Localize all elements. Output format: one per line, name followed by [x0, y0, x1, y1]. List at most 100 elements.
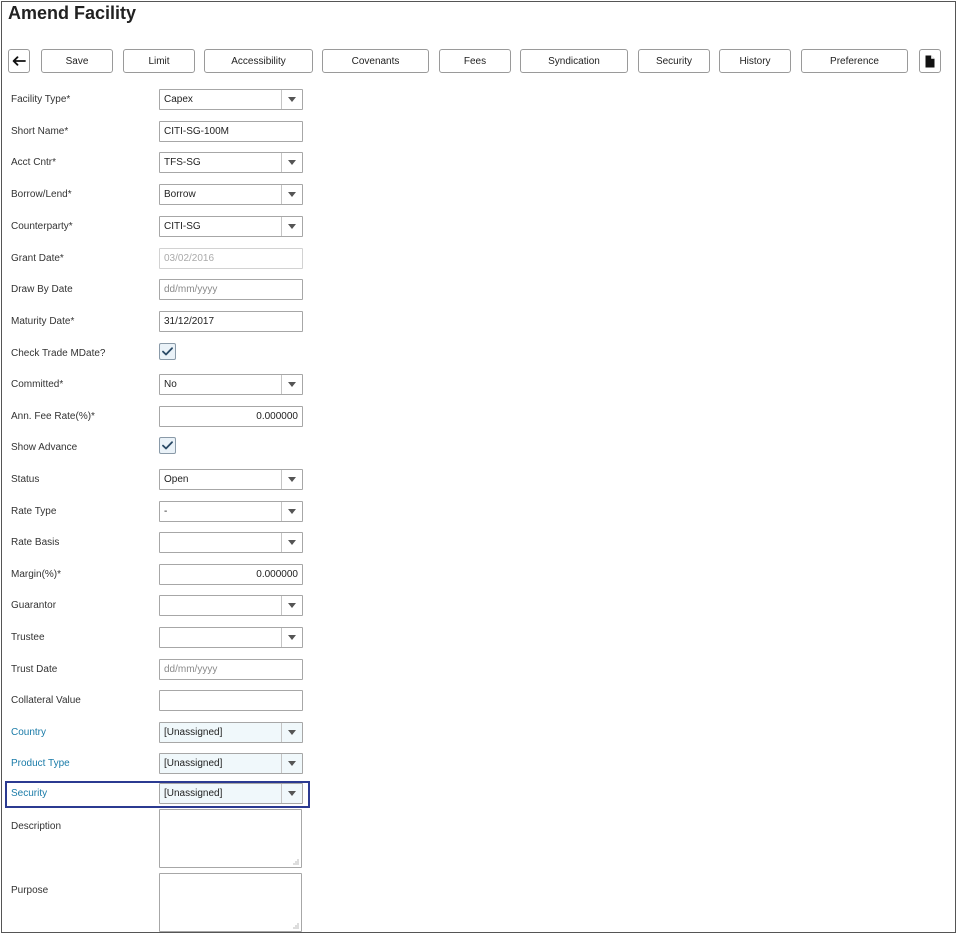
draw-by-date-row: Draw By Date — [2, 278, 322, 300]
security-row: Security [Unassigned] — [2, 782, 322, 804]
resize-grip-icon[interactable] — [292, 922, 299, 929]
security-label[interactable]: Security — [11, 782, 47, 804]
trustee-row: Trustee — [2, 626, 322, 648]
committed-row: Committed* No — [2, 373, 322, 395]
trust-date-input[interactable] — [159, 659, 303, 680]
check-trade-mdate-label: Check Trade MDate? — [11, 347, 106, 359]
ann-fee-rate-input[interactable] — [159, 406, 303, 427]
chevron-down-icon[interactable] — [281, 217, 302, 236]
description-textarea[interactable] — [159, 809, 302, 868]
grant-date-input — [159, 248, 303, 269]
save-button[interactable]: Save — [41, 49, 113, 73]
counterparty-select[interactable]: CITI-SG — [159, 216, 303, 237]
security-select[interactable]: [Unassigned] — [159, 783, 303, 804]
borrow-lend-row: Borrow/Lend* Borrow — [2, 183, 322, 205]
chevron-down-icon[interactable] — [281, 185, 302, 204]
ann-fee-rate-row: Ann. Fee Rate(%)* — [2, 405, 322, 427]
product-type-row: Product Type [Unassigned] — [2, 752, 322, 774]
facility-type-label: Facility Type* — [11, 93, 71, 105]
status-row: Status Open — [2, 468, 322, 490]
borrow-lend-value: Borrow — [164, 189, 196, 200]
chevron-down-icon[interactable] — [281, 90, 302, 109]
status-value: Open — [164, 474, 189, 485]
chevron-down-icon[interactable] — [281, 153, 302, 172]
rate-type-label: Rate Type — [11, 505, 57, 517]
margin-row: Margin(%)* — [2, 563, 322, 585]
margin-input[interactable] — [159, 564, 303, 585]
chevron-down-icon[interactable] — [281, 375, 302, 394]
guarantor-select[interactable] — [159, 595, 303, 616]
collateral-value-input[interactable] — [159, 690, 303, 711]
resize-grip-icon[interactable] — [292, 858, 299, 865]
chevron-down-icon[interactable] — [281, 723, 302, 742]
back-button[interactable] — [8, 49, 30, 73]
checkmark-icon — [162, 347, 173, 356]
chevron-down-icon[interactable] — [281, 533, 302, 552]
acct-cntr-value: TFS-SG — [164, 157, 201, 168]
trustee-select[interactable] — [159, 627, 303, 648]
check-trade-mdate-checkbox[interactable] — [159, 343, 176, 360]
product-type-label[interactable]: Product Type — [11, 752, 70, 774]
chevron-down-icon[interactable] — [281, 628, 302, 647]
accessibility-button[interactable]: Accessibility — [204, 49, 313, 73]
committed-value: No — [164, 379, 177, 390]
country-row: Country [Unassigned] — [2, 721, 322, 743]
security-button[interactable]: Security — [638, 49, 710, 73]
collateral-value-label: Collateral Value — [11, 694, 81, 706]
status-select[interactable]: Open — [159, 469, 303, 490]
show-advance-row: Show Advance — [2, 436, 322, 458]
grant-date-row: Grant Date* — [2, 247, 322, 269]
trust-date-label: Trust Date — [11, 663, 58, 675]
status-label: Status — [11, 473, 40, 485]
rate-type-select[interactable]: - — [159, 501, 303, 522]
chevron-down-icon[interactable] — [281, 596, 302, 615]
rate-basis-select[interactable] — [159, 532, 303, 553]
show-advance-checkbox[interactable] — [159, 437, 176, 454]
purpose-label: Purpose — [11, 884, 49, 896]
chevron-down-icon[interactable] — [281, 470, 302, 489]
draw-by-date-input[interactable] — [159, 279, 303, 300]
product-type-select[interactable]: [Unassigned] — [159, 753, 303, 774]
arrow-left-icon — [12, 56, 26, 66]
history-button[interactable]: History — [719, 49, 791, 73]
trust-date-row: Trust Date — [2, 658, 322, 680]
rate-type-value: - — [164, 506, 168, 517]
rate-basis-value — [160, 533, 281, 552]
chevron-down-icon[interactable] — [281, 784, 302, 803]
security-value: [Unassigned] — [164, 788, 223, 799]
acct-cntr-select[interactable]: TFS-SG — [159, 152, 303, 173]
guarantor-row: Guarantor — [2, 594, 322, 616]
collateral-value-row: Collateral Value — [2, 689, 322, 711]
document-icon — [925, 55, 935, 67]
facility-type-select[interactable]: Capex — [159, 89, 303, 110]
counterparty-row: Counterparty* CITI-SG — [2, 215, 322, 237]
checkmark-icon — [162, 441, 173, 450]
document-button[interactable] — [919, 49, 941, 73]
rate-basis-row: Rate Basis — [2, 531, 322, 553]
rate-type-row: Rate Type - — [2, 500, 322, 522]
trustee-value — [160, 628, 281, 647]
acct-cntr-row: Acct Cntr* TFS-SG — [2, 151, 322, 173]
covenants-button[interactable]: Covenants — [322, 49, 429, 73]
limit-button[interactable]: Limit — [123, 49, 195, 73]
preference-button[interactable]: Preference — [801, 49, 908, 73]
chevron-down-icon[interactable] — [281, 754, 302, 773]
fees-button[interactable]: Fees — [439, 49, 511, 73]
short-name-row: Short Name* — [2, 120, 322, 142]
borrow-lend-select[interactable]: Borrow — [159, 184, 303, 205]
purpose-textarea[interactable] — [159, 873, 302, 932]
show-advance-label: Show Advance — [11, 441, 78, 453]
maturity-date-input[interactable] — [159, 311, 303, 332]
facility-type-row: Facility Type* Capex — [2, 88, 322, 110]
amend-facility-window: Amend Facility Save Limit Accessibility … — [1, 1, 956, 933]
acct-cntr-label: Acct Cntr* — [11, 156, 57, 168]
syndication-button[interactable]: Syndication — [520, 49, 628, 73]
short-name-input[interactable] — [159, 121, 303, 142]
maturity-date-row: Maturity Date* — [2, 310, 322, 332]
country-label[interactable]: Country — [11, 721, 46, 743]
committed-select[interactable]: No — [159, 374, 303, 395]
margin-label: Margin(%)* — [11, 568, 62, 580]
chevron-down-icon[interactable] — [281, 502, 302, 521]
country-select[interactable]: [Unassigned] — [159, 722, 303, 743]
committed-label: Committed* — [11, 378, 64, 390]
